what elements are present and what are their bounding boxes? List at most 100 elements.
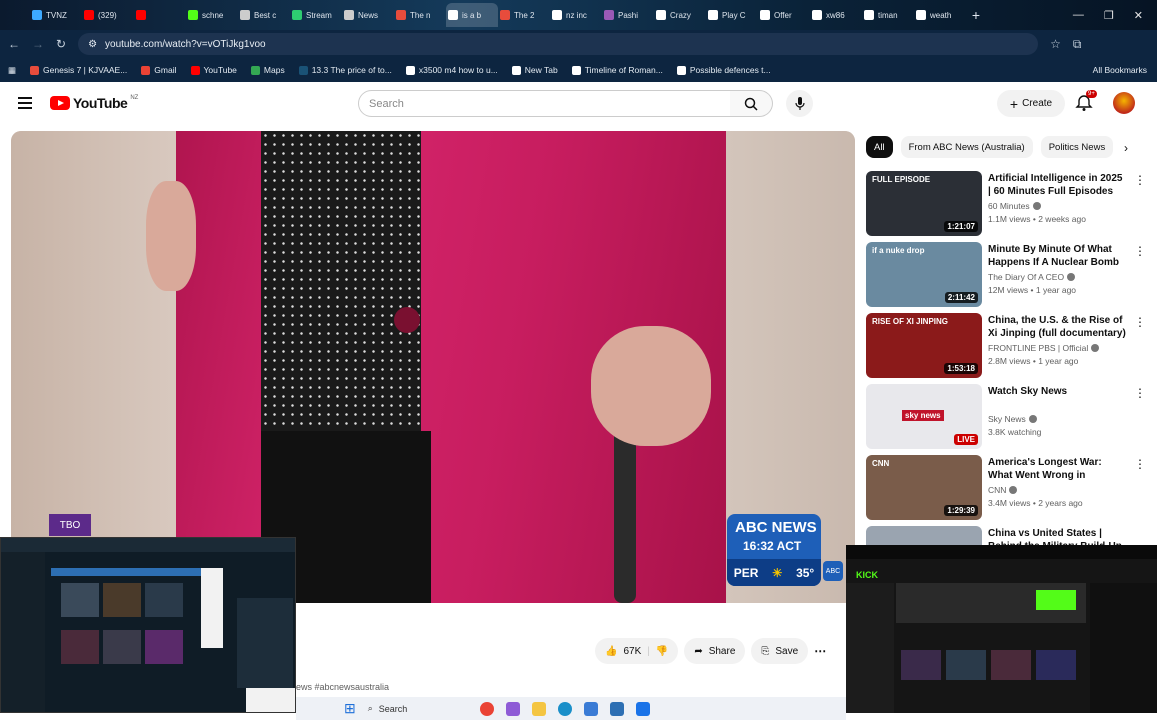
filter-chip[interactable]: All	[866, 136, 893, 158]
browser-tab[interactable]: weath	[914, 3, 966, 27]
account-avatar[interactable]	[1113, 92, 1135, 114]
bookmark-item[interactable]: Gmail	[141, 65, 177, 75]
more-actions-icon[interactable]: ⋯	[814, 644, 826, 658]
filter-chip[interactable]: Politics News	[1040, 136, 1114, 158]
browser-tab[interactable]: Crazy	[654, 3, 706, 27]
bookmark-item[interactable]: New Tab	[511, 65, 558, 75]
like-button[interactable]: 👍 67K | 👎	[595, 638, 679, 664]
recommended-video[interactable]: CNN 1:29:39 America's Longest War: What We…	[866, 455, 1146, 521]
browser-tab[interactable]: The n	[394, 3, 446, 27]
channel-name-row[interactable]: Sky News	[988, 414, 1037, 424]
bookmark-item[interactable]: 13.3 The price of to...	[298, 65, 392, 75]
more-options-icon[interactable]: ⋮	[1134, 315, 1146, 329]
logo-text: YouTube	[73, 95, 128, 111]
app-icon[interactable]	[583, 701, 598, 716]
bookmark-label: YouTube	[203, 65, 237, 75]
video-thumbnail[interactable]: RISE OF XI JINPING 1:53:18	[866, 313, 982, 378]
bookmark-item[interactable]: Maps	[250, 65, 285, 75]
browser-tab[interactable]: TVNZ	[30, 3, 82, 27]
channel-name-row[interactable]: CNN	[988, 485, 1018, 495]
mail-icon[interactable]	[635, 701, 650, 716]
browser-tab[interactable]: The 2	[498, 3, 550, 27]
browser-tab[interactable]: Play C	[706, 3, 758, 27]
chevron-right-icon[interactable]: ›	[1124, 141, 1128, 155]
recommended-video[interactable]: sky news LIVE Watch Sky News Sky News 3.8K w…	[866, 384, 1146, 450]
browser-tab[interactable]: Best c	[238, 3, 290, 27]
recommended-video[interactable]: FULL EPISODE 1:21:07 Artificial Intelligen…	[866, 171, 1146, 237]
forward-icon[interactable]: →	[32, 37, 44, 51]
browser-tab[interactable]: Stream	[290, 3, 342, 27]
channel-name-row[interactable]: 60 Minutes	[988, 201, 1041, 211]
reload-icon[interactable]: ↻	[56, 37, 66, 51]
s-icon	[708, 10, 718, 20]
recommended-video[interactable]: if a nuke drop 2:11:42 Minute By Minute Of…	[866, 242, 1146, 308]
edge-icon[interactable]	[557, 701, 572, 716]
minimize-icon[interactable]: —	[1073, 9, 1084, 21]
youtube-logo[interactable]: YouTube NZ	[50, 95, 138, 111]
maximize-icon[interactable]: ❐	[1104, 9, 1114, 22]
video-title[interactable]: Watch Sky News	[988, 385, 1128, 411]
search-button[interactable]	[730, 90, 773, 117]
store-icon[interactable]	[609, 701, 624, 716]
browser-tab[interactable]: nz inc	[550, 3, 602, 27]
thumbs-down-icon[interactable]: 👎	[656, 646, 668, 657]
description-hashtags[interactable]: ews #abcnewsaustralia	[296, 682, 389, 692]
all-bookmarks-button[interactable]: All Bookmarks	[1093, 65, 1157, 75]
video-thumbnail[interactable]: CNN 1:29:39	[866, 455, 982, 520]
overlay-window-casino-app[interactable]	[0, 537, 296, 713]
browser-tab[interactable]: Pashi	[602, 3, 654, 27]
bookmark-item[interactable]: YouTube	[190, 65, 237, 75]
video-player[interactable]: TBO ABC NEWS 16:32 ACT PER ☀ 35° ABC	[11, 131, 855, 603]
bookmark-item[interactable]: Possible defences t...	[676, 65, 771, 75]
extensions-icon[interactable]: ⧉	[1073, 37, 1082, 52]
browser-tab[interactable]: timan	[862, 3, 914, 27]
back-icon[interactable]: ←	[8, 37, 20, 51]
save-button[interactable]: ⎘ Save	[751, 638, 809, 664]
more-options-icon[interactable]: ⋮	[1134, 457, 1146, 471]
browser-tab[interactable]: xw86	[810, 3, 862, 27]
browser-tab[interactable]: (329)	[82, 3, 134, 27]
video-frame-hand-left	[146, 181, 196, 291]
voice-search-button[interactable]	[786, 90, 813, 117]
apps-icon[interactable]: ▦	[8, 65, 16, 76]
close-icon[interactable]: ✕	[1134, 9, 1143, 22]
video-title[interactable]: Minute By Minute Of What Happens If A Nu…	[988, 243, 1128, 269]
video-thumbnail[interactable]: if a nuke drop 2:11:42	[866, 242, 982, 307]
taskbar-search[interactable]: ⌕ Search	[368, 703, 468, 714]
recommended-video[interactable]: RISE OF XI JINPING 1:53:18 China, the U.S.…	[866, 313, 1146, 379]
folder-icon[interactable]	[531, 701, 546, 716]
video-thumbnail[interactable]: sky news LIVE	[866, 384, 982, 449]
browser-tab[interactable]: is a b	[446, 3, 498, 27]
create-button[interactable]: + Create	[997, 90, 1065, 117]
bookmark-item[interactable]: x3500 m4 how to u...	[405, 65, 498, 75]
video-thumbnail[interactable]: FULL EPISODE 1:21:07	[866, 171, 982, 236]
search-input[interactable]: Search	[358, 90, 731, 117]
channel-name: Sky News	[988, 414, 1026, 424]
hamburger-menu-icon[interactable]	[18, 97, 32, 109]
bookmark-item[interactable]: Genesis 7 | KJVAAE...	[30, 65, 127, 75]
more-options-icon[interactable]: ⋮	[1134, 386, 1146, 400]
share-button[interactable]: ➦ Share	[684, 638, 746, 664]
bookmark-item[interactable]: Timeline of Roman...	[571, 65, 663, 75]
windows-start-icon[interactable]: ⊞	[344, 700, 356, 717]
browser-tab[interactable]: Offer	[758, 3, 810, 27]
filter-chip[interactable]: From ABC News (Australia)	[900, 136, 1033, 158]
star-icon[interactable]: ☆	[1050, 37, 1061, 51]
address-bar-row: ← → ↻ ⚙ youtube.com/watch?v=vOTiJkg1voo …	[0, 30, 1157, 58]
channel-name-row[interactable]: FRONTLINE PBS | Official	[988, 343, 1100, 353]
url-field[interactable]: ⚙ youtube.com/watch?v=vOTiJkg1voo	[78, 33, 1039, 55]
channel-name-row[interactable]: The Diary Of A CEO	[988, 272, 1076, 282]
video-title[interactable]: China, the U.S. & the Rise of Xi Jinping…	[988, 314, 1128, 340]
video-title[interactable]: America's Longest War: What Went Wrong i…	[988, 456, 1128, 482]
chrome-icon[interactable]	[479, 701, 494, 716]
video-title[interactable]: Artificial Intelligence in 2025 | 60 Min…	[988, 172, 1128, 198]
site-info-icon[interactable]: ⚙	[88, 39, 97, 50]
overlay-window-kick-stream[interactable]: KICK	[846, 545, 1157, 713]
more-options-icon[interactable]: ⋮	[1134, 244, 1146, 258]
browser-tab[interactable]: schne	[186, 3, 238, 27]
browser-tab[interactable]	[134, 3, 186, 27]
more-options-icon[interactable]: ⋮	[1134, 173, 1146, 187]
copilot-icon[interactable]	[505, 701, 520, 716]
new-tab-icon[interactable]: +	[966, 7, 986, 23]
browser-tab[interactable]: News	[342, 3, 394, 27]
